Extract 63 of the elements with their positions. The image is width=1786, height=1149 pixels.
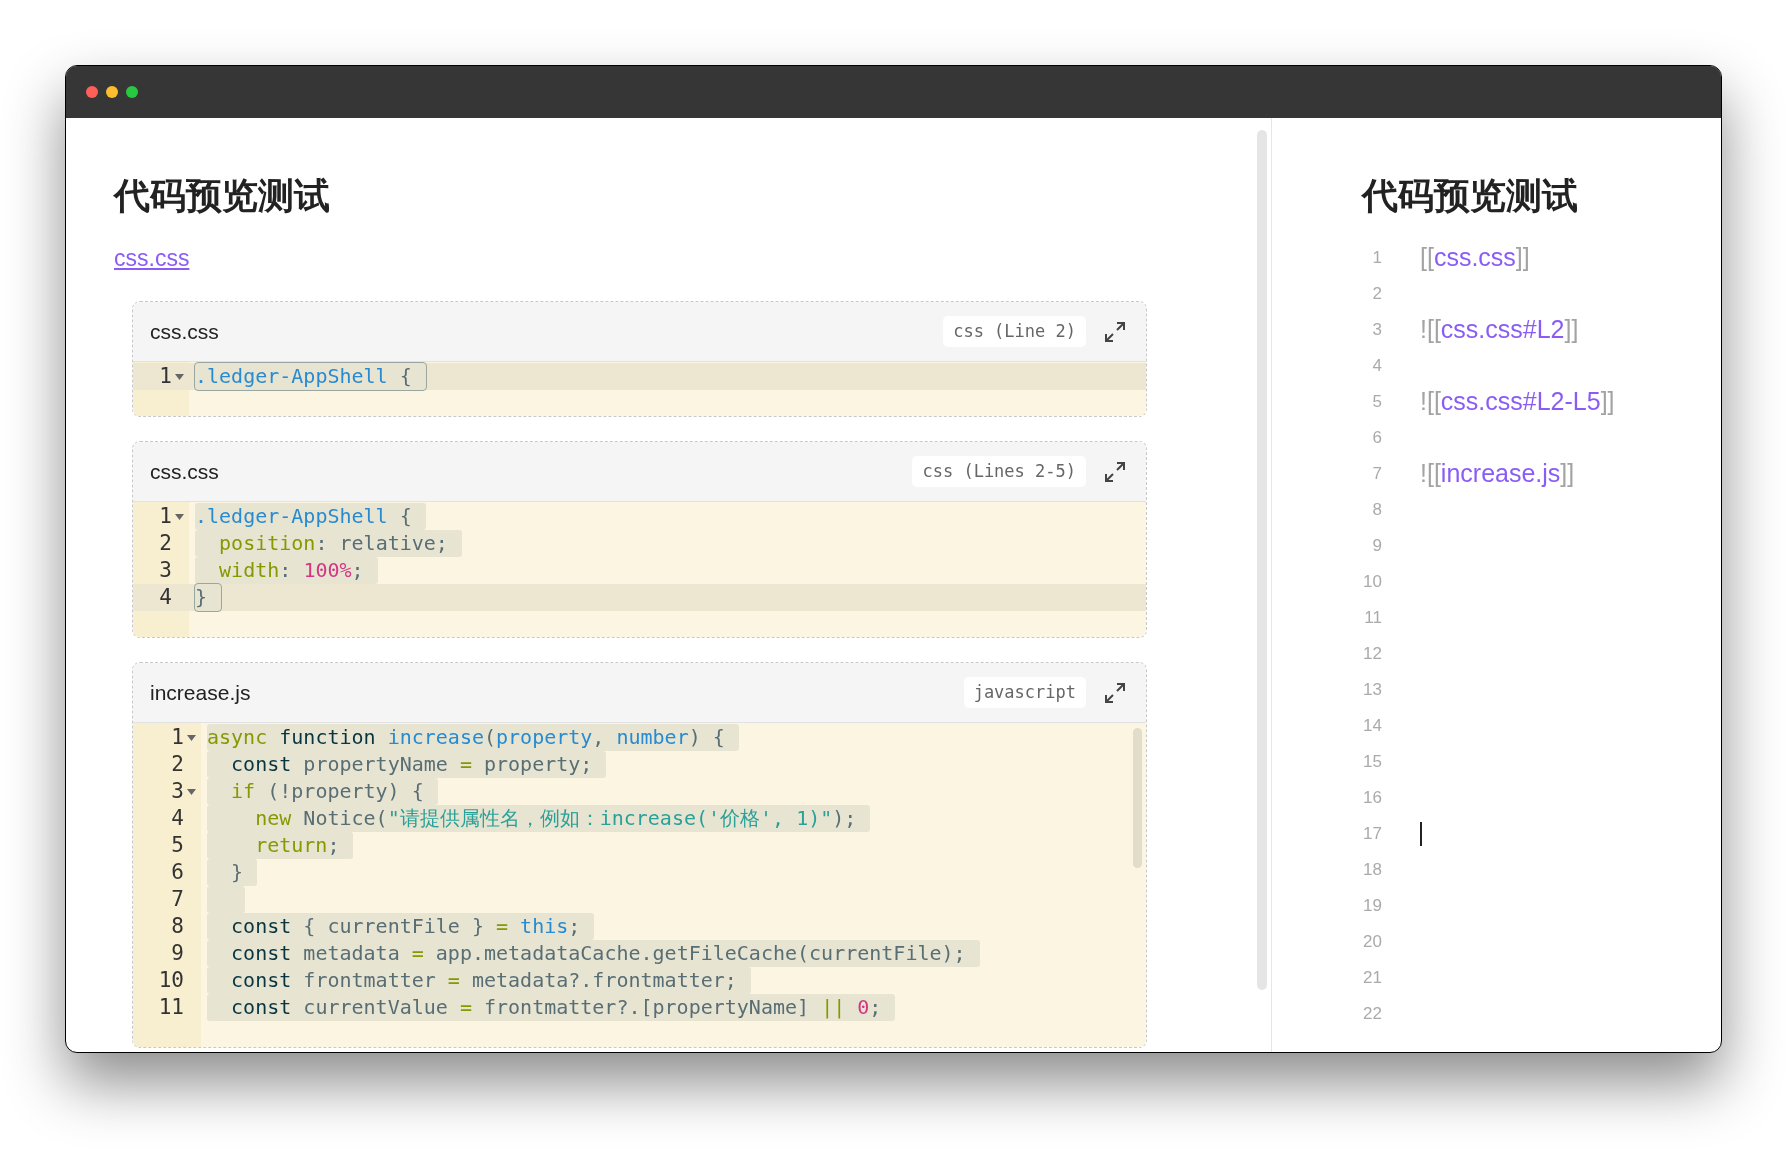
line-number: 8 xyxy=(171,913,184,940)
line-number: 11 xyxy=(1363,607,1382,630)
expand-icon[interactable] xyxy=(1104,681,1126,704)
line-number: 10 xyxy=(1362,571,1382,594)
line-number: 9 xyxy=(1371,535,1382,558)
line-number: 18 xyxy=(1362,859,1382,882)
scrollbar[interactable] xyxy=(1257,130,1267,990)
minimize-button[interactable] xyxy=(106,86,118,98)
line-number: 9 xyxy=(171,940,184,967)
line-number: 1 xyxy=(159,503,172,530)
fold-icon[interactable] xyxy=(175,513,184,520)
expand-icon[interactable] xyxy=(1104,460,1126,483)
language-badge: css (Line 2) xyxy=(943,315,1086,348)
zoom-button[interactable] xyxy=(126,86,138,98)
line-number: 20 xyxy=(1362,931,1382,954)
line-number: 6 xyxy=(1371,427,1382,450)
line-number: 17 xyxy=(1362,823,1382,846)
line-number: 4 xyxy=(1371,355,1382,378)
line-number: 3 xyxy=(1371,319,1382,342)
line-number: 16 xyxy=(1362,787,1382,810)
line-number: 2 xyxy=(1371,283,1382,306)
line-number: 3 xyxy=(159,557,172,584)
embed-syntax: ![[css.css#L2-L5]] xyxy=(1420,386,1615,418)
line-number: 6 xyxy=(171,859,184,886)
line-number: 10 xyxy=(158,967,184,994)
line-number: 2 xyxy=(159,530,172,557)
line-number: 19 xyxy=(1362,895,1382,918)
embed-syntax: [[css.css]] xyxy=(1420,242,1530,274)
line-number: 7 xyxy=(1371,463,1382,486)
line-number: 14 xyxy=(1362,715,1382,738)
line-number: 8 xyxy=(1371,499,1382,522)
embed-filename: css.css xyxy=(150,318,220,345)
language-badge: javascript xyxy=(963,676,1086,709)
line-number: 12 xyxy=(1362,643,1382,666)
file-link[interactable]: css.css xyxy=(114,244,190,272)
line-number: 15 xyxy=(1362,751,1382,774)
embed-syntax: ![[increase.js]] xyxy=(1420,458,1575,490)
embed-filename: increase.js xyxy=(150,679,252,706)
embed-syntax: ![[css.css#L2]] xyxy=(1420,314,1579,346)
line-number: 13 xyxy=(1362,679,1382,702)
fold-icon[interactable] xyxy=(175,373,184,380)
fold-icon[interactable] xyxy=(187,788,196,795)
line-number: 11 xyxy=(158,994,184,1021)
page-title: 代码预览测试 xyxy=(114,174,331,218)
embed-filename: css.css xyxy=(150,458,220,485)
line-number: 1 xyxy=(171,724,184,751)
note-title: 代码预览测试 xyxy=(1362,174,1579,218)
line-number: 3 xyxy=(171,778,184,805)
line-number: 4 xyxy=(159,584,172,611)
line-number: 5 xyxy=(1371,391,1382,414)
line-number: 22 xyxy=(1362,1003,1382,1026)
line-number: 1 xyxy=(159,363,172,390)
scrollbar[interactable] xyxy=(1133,728,1142,868)
language-badge: css (Lines 2-5) xyxy=(912,455,1086,488)
line-number: 7 xyxy=(171,886,184,913)
line-number: 2 xyxy=(171,751,184,778)
close-button[interactable] xyxy=(86,86,98,98)
line-number: 4 xyxy=(171,805,184,832)
line-number: 21 xyxy=(1362,967,1382,990)
fold-icon[interactable] xyxy=(187,734,196,741)
line-number: 1 xyxy=(1371,247,1382,270)
line-number: 5 xyxy=(171,832,184,859)
expand-icon[interactable] xyxy=(1104,320,1126,343)
